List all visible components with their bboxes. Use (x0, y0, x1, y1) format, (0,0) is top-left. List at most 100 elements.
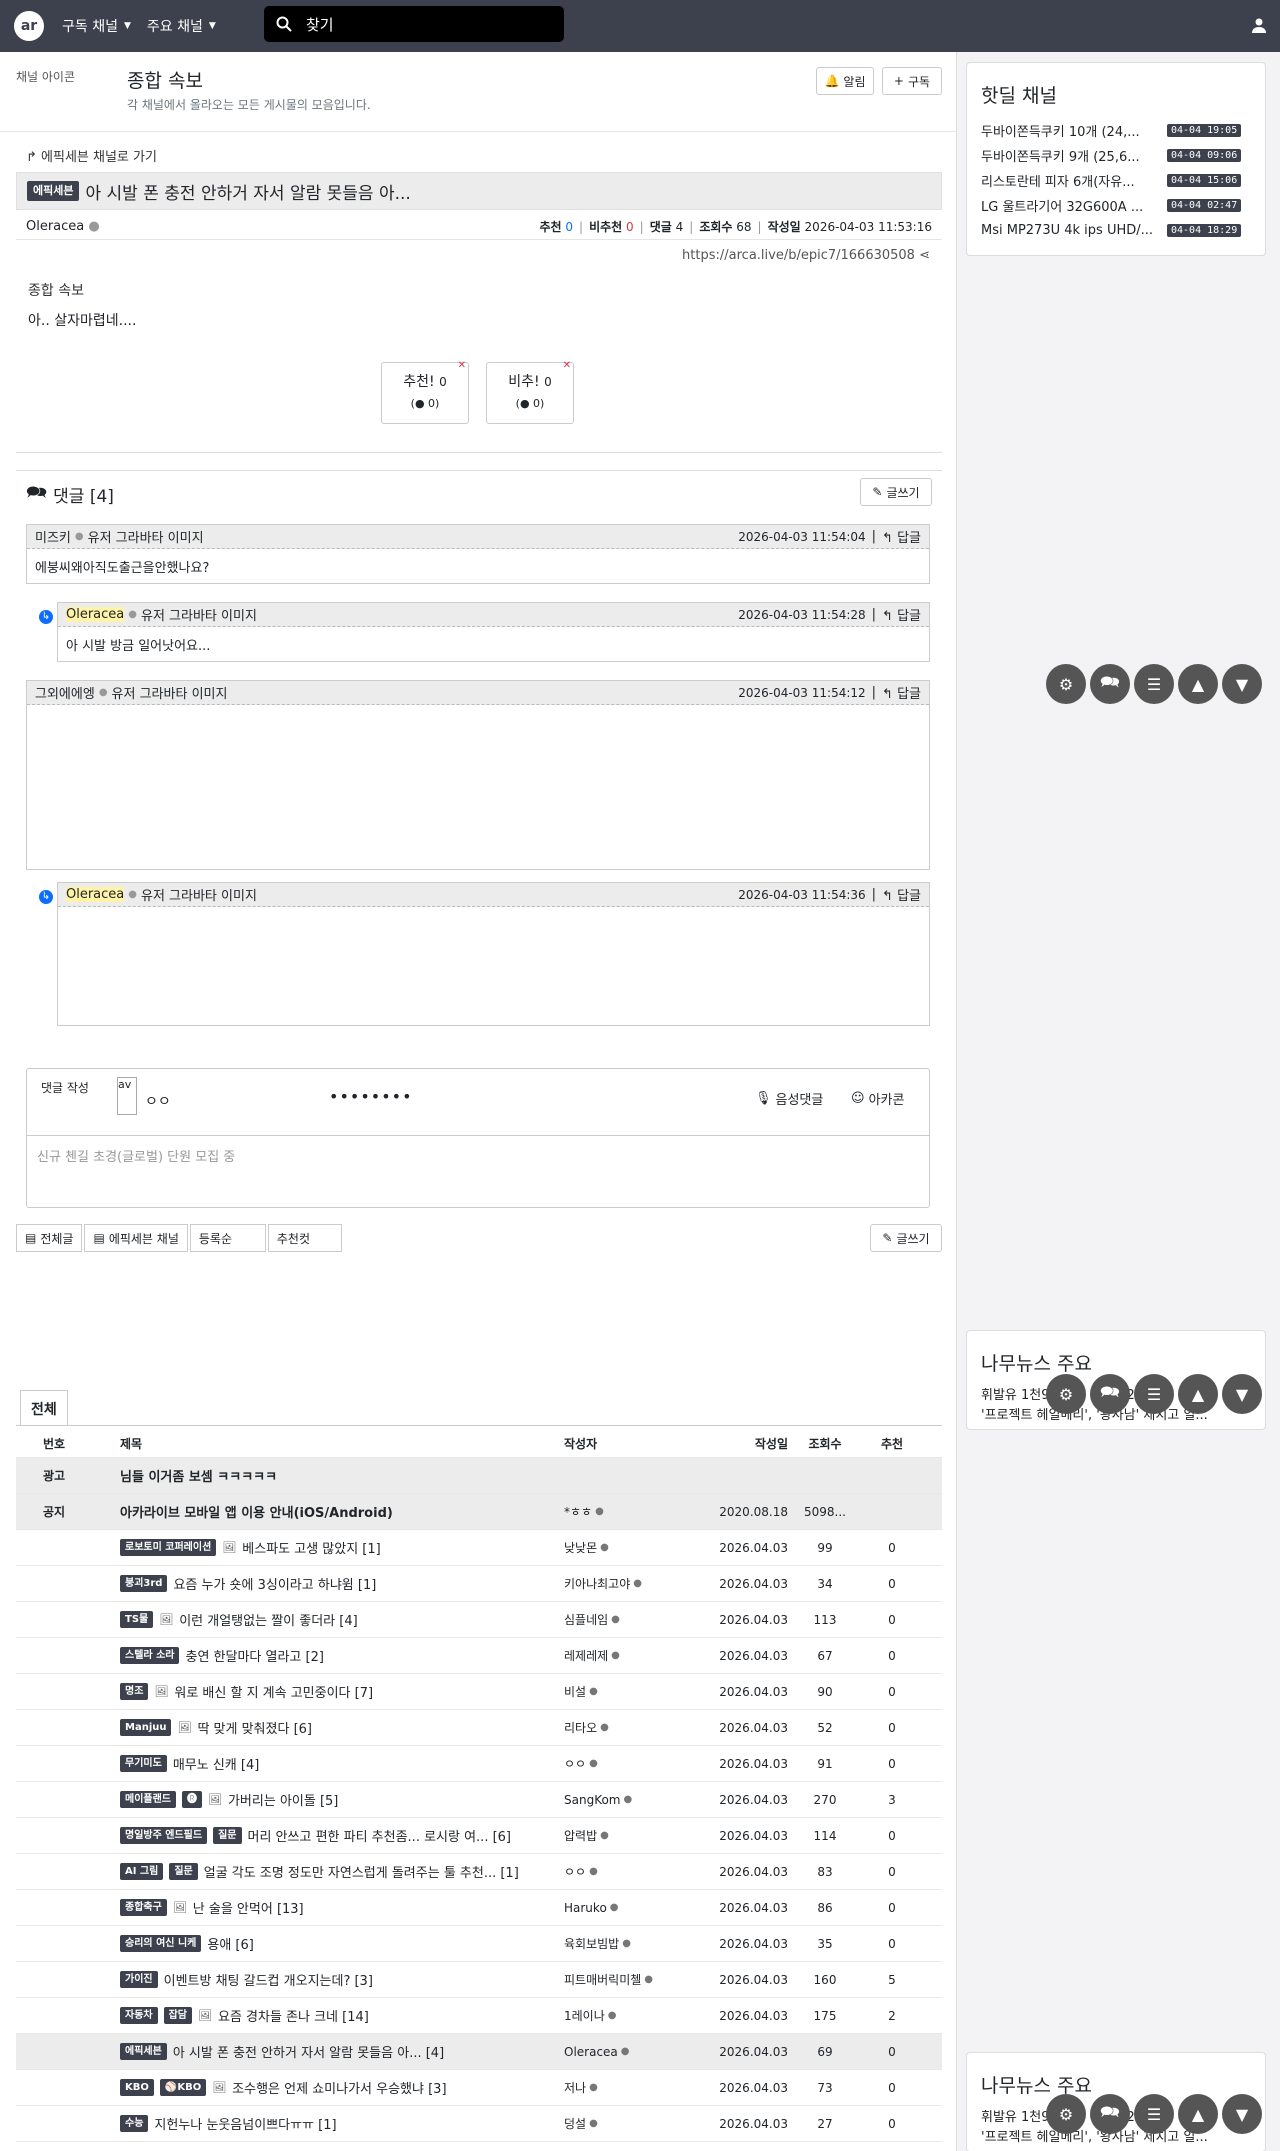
category-badge[interactable]: 종합축구 (120, 1899, 167, 1916)
row-author[interactable]: SangKom ● (564, 1793, 704, 1807)
best-select[interactable]: 추천컷 (267, 1224, 342, 1252)
row-title[interactable]: 명조 🖼 워로 배신 할 지 계속 고민중이다 [7] (92, 1682, 564, 1701)
channel-title[interactable]: 종합 속보 (127, 66, 203, 93)
article-url[interactable]: https://arca.live/b/epic7/166630508 ⋖ (682, 248, 930, 263)
chevron-down-icon[interactable]: ▼ (1222, 1374, 1262, 1414)
list-icon[interactable]: ☰ (1134, 664, 1174, 704)
row-title[interactable]: 무기미도 매무노 신캐 [4] (92, 1754, 564, 1773)
row-title[interactable]: 스텔라 소라 충연 한달마다 열라고 [2] (92, 1646, 564, 1665)
row-author[interactable]: Haruko ● (564, 1901, 704, 1915)
table-row[interactable]: 무기미도 매무노 신캐 [4] ㅇㅇ ● 2026.04.03 91 0 (16, 1746, 942, 1782)
row-author[interactable]: 육회보빔밥 ● (564, 1935, 704, 1952)
table-row[interactable]: KBO ⚾KBO 🖼 조수행은 언제 쇼미나가서 우승했냐 [3] 저나 ● 2026.… (16, 2070, 942, 2106)
category-badge[interactable]: 메이플랜드 (120, 1791, 176, 1808)
category-badge[interactable]: 자동차 (120, 2007, 158, 2024)
row-title[interactable]: 로보토미 코퍼레이션 🖼 베스파도 고생 많았지 [1] (92, 1538, 564, 1557)
vote-up-button[interactable]: ✕ 추천! 0 (● 0) (381, 360, 469, 424)
category-badge[interactable]: 명조 (120, 1683, 149, 1700)
all-posts-button[interactable]: ▤ 전체글 (16, 1224, 83, 1252)
table-row[interactable]: 메이플랜드 🅡 🖼 가버리는 아이돌 [5] SangKom ● 2026.04.03 … (16, 1782, 942, 1818)
category-badge[interactable]: 로보토미 코퍼레이션 (120, 1539, 217, 1556)
table-row[interactable]: 명조 🖼 워로 배신 할 지 계속 고민중이다 [7] 비설 ● 2026.04.03… (16, 1674, 942, 1710)
comment-author[interactable]: 미즈키 (35, 527, 71, 546)
news-title[interactable]: 나무뉴스 주요 (981, 1349, 1265, 1376)
write-button[interactable]: ✎ 글쓰기 (870, 1224, 942, 1252)
write-button[interactable]: ✎ 글쓰기 (860, 478, 932, 506)
table-row[interactable]: 가이진 이벤트방 채팅 갈드컵 개오지는데? [3] 피트매버릭미첼 ● 2026.… (16, 1962, 942, 1998)
reply-button[interactable]: ↰ 답글 (882, 683, 921, 702)
category-badge[interactable]: 승리의 여신 니케 (120, 1935, 202, 1952)
row-title[interactable]: 명일방주 엔드필드 질문 머리 안쓰고 편한 파티 추천좀... 로시랑 여... … (92, 1826, 564, 1845)
table-row[interactable]: 스텔라 소라 충연 한달마다 열라고 [2] 레제레제 ● 2026.04.03 6… (16, 1638, 942, 1674)
row-author[interactable]: 저나 ● (564, 2079, 704, 2096)
author-name[interactable]: Oleracea ● (26, 219, 533, 234)
hotdeal-item[interactable]: 리스토란테 피자 6개(자유... 04-04 15:06 (981, 168, 1265, 193)
table-row[interactable]: Manjuu 🖼 딱 맞게 맞춰졌다 [6] 리타오 ● 2026.04.03 52 … (16, 1710, 942, 1746)
list-icon[interactable]: ☰ (1134, 2094, 1174, 2134)
reply-button[interactable]: ↰ 답글 (882, 885, 921, 904)
comments-icon[interactable]: 🗪 (1090, 2094, 1130, 2134)
row-title[interactable]: KBO ⚾KBO 🖼 조수행은 언제 쇼미나가서 우승했냐 [3] (92, 2078, 564, 2097)
comment-author[interactable]: 그외에에엥 (35, 683, 95, 702)
table-row[interactable]: AI 그림 질문 얼굴 각도 조명 정도만 자연스럽게 돌려주는 툴 추천... [… (16, 1854, 942, 1890)
category-badge[interactable]: ⚾KBO (159, 2079, 207, 2096)
password-input[interactable]: •••••••• (329, 1087, 413, 1106)
hotdeal-item[interactable]: 두바이쫀득쿠키 10개 (24,... 04-04 19:05 (981, 118, 1265, 143)
row-author[interactable]: 압력밥 ● (564, 1827, 704, 1844)
row-author[interactable]: ㅇㅇ ● (564, 1863, 704, 1880)
row-title[interactable]: 수능 지헌누나 눈웃음넘이쁘다ㅠㅠ [1] (92, 2114, 564, 2133)
arcacon-button[interactable]: ☺ 아카콘 (851, 1089, 904, 1108)
tab-all[interactable]: 전체 (20, 1390, 68, 1426)
row-title[interactable]: AI 그림 질문 얼굴 각도 조명 정도만 자연스럽게 돌려주는 툴 추천... [… (92, 1862, 564, 1881)
hotdeal-title[interactable]: 핫딜 채널 (981, 81, 1265, 108)
category-badge[interactable]: 붕괴3rd (120, 1575, 168, 1592)
category-badge[interactable]: 🅡 (182, 1791, 202, 1808)
user-icon[interactable] (1248, 14, 1270, 36)
comments-icon[interactable]: 🗪 (1090, 1374, 1130, 1414)
row-title[interactable]: Manjuu 🖼 딱 맞게 맞춰졌다 [6] (92, 1718, 564, 1737)
chevron-down-icon[interactable]: ▼ (1222, 2094, 1262, 2134)
sort-select[interactable]: 등록순 (189, 1224, 266, 1252)
category-badge[interactable]: 무기미도 (120, 1755, 167, 1772)
row-author[interactable]: 피트매버릭미첼 ● (564, 1971, 704, 1988)
row-author[interactable]: 키아나최고야 ● (564, 1575, 704, 1592)
category-badge[interactable]: 명일방주 엔드필드 (120, 1827, 208, 1844)
row-title[interactable]: 메이플랜드 🅡 🖼 가버리는 아이돌 [5] (92, 1790, 564, 1809)
category-badge[interactable]: Manjuu (120, 1719, 172, 1736)
category-badge[interactable]: KBO (120, 2079, 154, 2096)
table-row[interactable]: 공지 아카라이브 모바일 앱 이용 안내(iOS/Android) *ㅎㅎ ● 2… (16, 1494, 942, 1530)
list-icon[interactable]: ☰ (1134, 1374, 1174, 1414)
category-badge[interactable]: 질문 (169, 1863, 198, 1880)
comment-author[interactable]: Oleracea (66, 607, 125, 622)
comment-textarea[interactable]: 신규 첸길 초경(글로벌) 단원 모집 중 (27, 1135, 929, 1207)
arca-logo[interactable]: ar (14, 11, 44, 41)
table-row[interactable]: 스타세이비어☑로자 닥전 vs 닥후? [16] 카티리나● 2026.04.0… (16, 2142, 942, 2151)
row-title[interactable]: 아카라이브 모바일 앱 이용 안내(iOS/Android) (92, 1502, 564, 1521)
category-badge[interactable]: AI 그림 (120, 1863, 164, 1880)
subscribed-channels-menu[interactable]: 구독 채널 ▼ (62, 16, 131, 36)
row-title[interactable]: 가이진 이벤트방 채팅 갈드컵 개오지는데? [3] (92, 1970, 564, 1989)
share-icon[interactable]: ⋖ (919, 248, 930, 263)
row-author[interactable]: 비설 ● (564, 1683, 704, 1700)
chevron-up-icon[interactable]: ▲ (1178, 1374, 1218, 1414)
row-title[interactable]: 님들 이거좀 보셈 ㅋㅋㅋㅋㅋ (92, 1466, 564, 1485)
settings-icon[interactable]: ⚙ (1046, 1374, 1086, 1414)
category-badge[interactable]: 질문 (213, 1827, 242, 1844)
table-row[interactable]: 승리의 여신 니케 용애 [6] 육회보빔밥 ● 2026.04.03 35 0 (16, 1926, 942, 1962)
subscribe-button[interactable]: + 구독 (882, 67, 942, 95)
category-badge[interactable]: 잡담 (163, 2007, 193, 2024)
row-author[interactable]: 심플네임 ● (564, 1611, 704, 1628)
settings-icon[interactable]: ⚙ (1046, 664, 1086, 704)
row-title[interactable]: TS물 🖼 이런 개얼탱없는 짤이 좋더라 [4] (92, 1610, 564, 1629)
row-title[interactable]: 에픽세븐 아 시발 폰 충전 안하거 자서 알람 못들음 아... [4] (92, 2042, 564, 2061)
category-badge[interactable]: 에픽세븐 (27, 181, 80, 201)
row-title[interactable]: 승리의 여신 니케 용애 [6] (92, 1934, 564, 1953)
comment-author[interactable]: Oleracea (66, 887, 125, 902)
row-author[interactable]: 낮낮몬 ● (564, 1539, 704, 1556)
table-row[interactable]: 붕괴3rd 요즘 누가 숏에 3싱이라고 하냐윔 [1] 키아나최고야 ● 2026… (16, 1566, 942, 1602)
comments-icon[interactable]: 🗪 (1090, 664, 1130, 704)
hotdeal-item[interactable]: 두바이쫀득쿠키 9개 (25,6... 04-04 09:06 (981, 143, 1265, 168)
row-author[interactable]: 덩설 ● (564, 2115, 704, 2132)
row-author[interactable]: 1레이나 ● (564, 2007, 704, 2024)
reply-button[interactable]: ↰ 답글 (882, 605, 921, 624)
